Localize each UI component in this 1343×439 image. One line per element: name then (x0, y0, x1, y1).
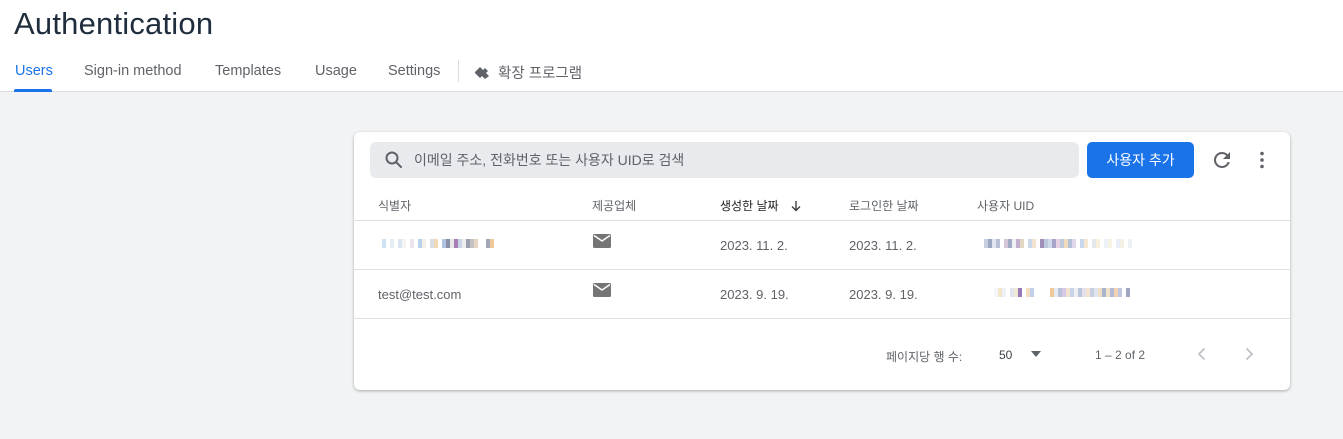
more-vert-icon[interactable] (1250, 148, 1274, 172)
column-header-created[interactable]: 생성한 날짜 (720, 197, 802, 214)
column-header-created-label: 생성한 날짜 (720, 199, 779, 213)
search-input[interactable] (414, 142, 1064, 178)
table-row[interactable]: test@test.com 2023. 9. 19. 2023. 9. 19. (354, 270, 1290, 319)
mail-icon (593, 283, 611, 297)
tab-extensions-label: 확장 프로그램 (498, 66, 583, 82)
sort-down-arrow-icon (791, 201, 801, 212)
column-header-signed-in[interactable]: 로그인한 날짜 (849, 197, 919, 214)
rows-per-page-select[interactable]: 50 (999, 348, 1049, 362)
tab-usage[interactable]: Usage (315, 63, 357, 79)
page-title: Authentication (14, 6, 214, 41)
created-date: 2023. 11. 2. (720, 238, 788, 253)
search-box[interactable] (370, 142, 1079, 178)
users-card: 사용자 추가 식별자 제공업체 생성한 날짜 로그인한 날짜 사용자 UID 2… (354, 132, 1290, 390)
tab-usage-label: Usage (315, 63, 357, 79)
pagination-footer: 페이지당 행 수: 50 1 – 2 of 2 (354, 320, 1290, 390)
tab-extensions[interactable]: 확장 프로그램 (474, 62, 582, 83)
tab-divider (458, 60, 459, 82)
chevron-right-icon[interactable] (1239, 344, 1259, 364)
refresh-icon[interactable] (1210, 148, 1234, 172)
mail-icon (593, 234, 611, 248)
created-date: 2023. 9. 19. (720, 287, 789, 302)
rows-per-page-label: 페이지당 행 수: (886, 350, 963, 364)
tab-users-label: Users (15, 63, 53, 79)
tab-settings[interactable]: Settings (388, 63, 440, 79)
redacted-identifier (382, 239, 494, 248)
pagination-range: 1 – 2 of 2 (1095, 348, 1146, 362)
active-tab-indicator (14, 89, 52, 92)
tab-templates-label: Templates (215, 63, 282, 79)
signed-in-date: 2023. 11. 2. (849, 238, 917, 253)
redacted-uid (984, 239, 1132, 248)
add-user-button[interactable]: 사용자 추가 (1087, 142, 1194, 178)
chevron-left-icon[interactable] (1192, 344, 1212, 364)
table-header: 식별자 제공업체 생성한 날짜 로그인한 날짜 사용자 UID (354, 188, 1290, 221)
identifier-email: test@test.com (378, 287, 462, 302)
tab-bar: Users Sign-in method Templates Usage Set… (0, 52, 1343, 92)
tab-settings-label: Settings (388, 63, 441, 79)
column-header-uid[interactable]: 사용자 UID (977, 197, 1034, 214)
tab-sign-in-method-label: Sign-in method (84, 63, 182, 79)
dropdown-arrow-icon (1031, 351, 1041, 357)
tab-users[interactable]: Users (15, 63, 53, 79)
rows-per-page-value: 50 (999, 348, 1013, 362)
table-row[interactable]: 2023. 11. 2. 2023. 11. 2. (354, 221, 1290, 270)
header: Authentication Users Sign-in method Temp… (0, 0, 1343, 92)
extensions-icon (475, 67, 489, 79)
redacted-uid (994, 288, 1130, 297)
search-icon (385, 151, 402, 168)
column-header-identifier[interactable]: 식별자 (378, 197, 411, 214)
signed-in-date: 2023. 9. 19. (849, 287, 918, 302)
column-header-provider[interactable]: 제공업체 (592, 197, 636, 214)
tab-templates[interactable]: Templates (215, 63, 281, 79)
tab-sign-in-method[interactable]: Sign-in method (84, 63, 182, 79)
